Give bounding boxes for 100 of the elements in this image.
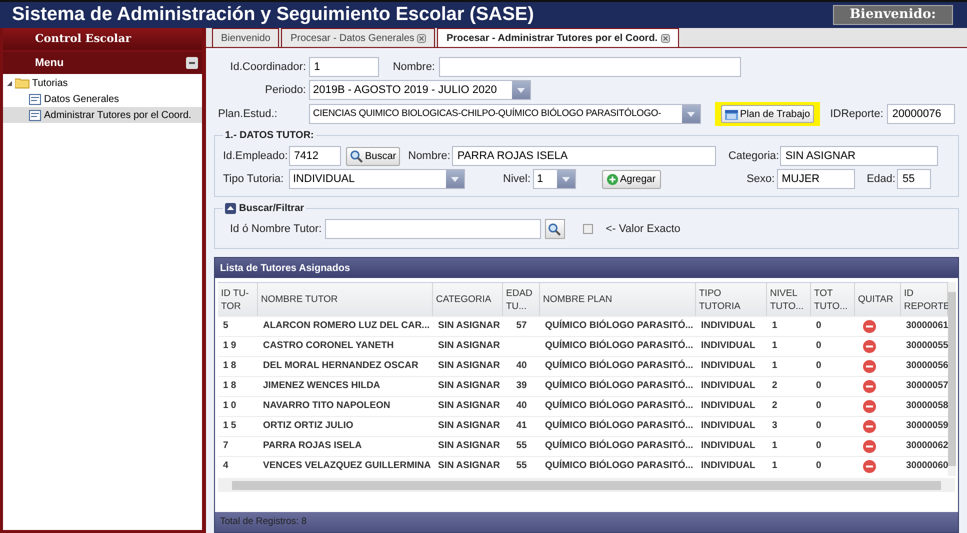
input-field[interactable]: SIN ASIGNAR bbox=[780, 146, 938, 166]
input-field[interactable]: 7412 bbox=[289, 146, 341, 166]
table-cell-text: 1 8 bbox=[222, 379, 238, 394]
dropdown-field[interactable]: INDIVIDUAL bbox=[289, 169, 465, 189]
folder-icon bbox=[15, 78, 30, 89]
remove-icon[interactable] bbox=[863, 460, 876, 473]
tab[interactable]: Procesar - Administrar Tutores por el Coord. bbox=[437, 28, 679, 47]
remove-icon[interactable] bbox=[863, 340, 876, 353]
remove-icon[interactable] bbox=[863, 440, 876, 453]
remove-icon[interactable] bbox=[863, 360, 876, 373]
remove-icon[interactable] bbox=[863, 320, 876, 333]
input-field[interactable]: PARRA ROJAS ISELA bbox=[452, 146, 716, 166]
column-header[interactable]: NOMBRE PLAN bbox=[540, 283, 696, 316]
table-cell-text: 55 bbox=[515, 439, 528, 454]
table-cell-text: INDIVIDUAL bbox=[700, 319, 756, 334]
tab[interactable]: Procesar - Datos Generales bbox=[281, 28, 436, 47]
column-header[interactable]: CATEGORIA bbox=[433, 283, 503, 316]
field-label: Tipo Tutoria: bbox=[223, 172, 285, 187]
input-field[interactable]: 1 bbox=[309, 57, 379, 77]
exact-checkbox[interactable] bbox=[582, 224, 593, 234]
remove-icon[interactable] bbox=[863, 420, 876, 433]
table-cell-text: 7 bbox=[222, 439, 230, 454]
collapse-button[interactable] bbox=[186, 57, 198, 69]
table-cell-text: SIN ASIGNAR bbox=[437, 339, 501, 354]
caret-icon bbox=[451, 176, 459, 182]
column-header[interactable]: ID TU-TOR bbox=[218, 283, 258, 316]
table-cell-text: 1 bbox=[771, 459, 778, 474]
column-header[interactable]: TIPO TUTORIA bbox=[696, 283, 767, 316]
dropdown-field[interactable]: 1 bbox=[533, 169, 576, 189]
table-cell-text: 1 0 bbox=[222, 399, 238, 414]
welcome-label: Bienvenido: bbox=[832, 5, 953, 25]
table-cell-text: QUÍMICO BIÓLOGO PARASITÓ... bbox=[544, 378, 694, 394]
table-cell-text: 40 bbox=[515, 399, 528, 414]
field-label: Sexo: bbox=[746, 172, 776, 187]
column-header[interactable]: QUITAR bbox=[855, 283, 901, 316]
dropdown-field[interactable]: CIENCIAS QUIMICO BIOLOGICAS-CHILPO-QUÍMICO BIÓLOGO PARASITÓLOGO- bbox=[309, 104, 701, 124]
form-icon bbox=[29, 110, 41, 120]
tab[interactable]: Bienvenido bbox=[212, 28, 280, 47]
work-plan-button[interactable]: Plan de Trabajo bbox=[721, 105, 814, 123]
dropdown-button[interactable] bbox=[512, 81, 530, 99]
table-cell-text: 1 5 bbox=[222, 419, 238, 434]
close-icon[interactable] bbox=[660, 34, 670, 42]
input-field[interactable]: 55 bbox=[897, 169, 932, 189]
column-header[interactable]: NOMBRE TUTOR bbox=[258, 283, 433, 316]
input-field[interactable]: MUJER bbox=[776, 169, 855, 189]
field-label: Plan.Estud.: bbox=[217, 106, 278, 122]
column-header[interactable]: EDAD TU... bbox=[503, 283, 540, 316]
table-cell-text: 1 bbox=[771, 339, 778, 354]
field-label: Id.Empleado: bbox=[223, 148, 289, 164]
input-field[interactable] bbox=[324, 219, 541, 239]
collapse-icon[interactable] bbox=[225, 203, 236, 214]
table-cell-text: INDIVIDUAL bbox=[700, 339, 756, 354]
table-cell-text: SIN ASIGNAR bbox=[437, 319, 501, 334]
table-cell-text: INDIVIDUAL bbox=[700, 459, 756, 474]
table-cell-text: VENCES VELAZQUEZ GUILLERMINA bbox=[262, 459, 432, 474]
table-cell-text: 1 bbox=[771, 359, 778, 374]
tree-item[interactable]: Datos Generales bbox=[3, 91, 202, 107]
column-header[interactable]: NIVEL TUTO... bbox=[767, 283, 811, 316]
table-cell-text: SIN ASIGNAR bbox=[437, 459, 501, 474]
search-button[interactable]: Buscar bbox=[346, 146, 400, 166]
table-cell-text: 1 8 bbox=[222, 359, 238, 374]
tree-item[interactable]: Tutorias bbox=[3, 76, 202, 91]
dropdown-button[interactable] bbox=[446, 170, 464, 188]
remove-icon[interactable] bbox=[863, 400, 876, 413]
table-cell-text: CASTRO CORONEL YANETH bbox=[262, 339, 395, 354]
table-cell-text: 0 bbox=[815, 379, 822, 394]
input-field[interactable] bbox=[439, 57, 741, 77]
dropdown-button[interactable] bbox=[557, 170, 575, 188]
table-cell-text: SIN ASIGNAR bbox=[437, 359, 501, 374]
table-cell-text: INDIVIDUAL bbox=[700, 439, 756, 454]
close-icon[interactable] bbox=[417, 34, 426, 42]
table-cell-text: INDIVIDUAL bbox=[700, 359, 756, 374]
form-icon bbox=[29, 94, 41, 104]
app-title: Sistema de Administración y Seguimiento Escolar (SASE) bbox=[12, 2, 534, 27]
add-button[interactable]: Agregar bbox=[602, 170, 661, 188]
field-label: Categoria: bbox=[728, 148, 780, 164]
table-cell-text: ALARCON ROMERO LUZ DEL CAR... bbox=[262, 319, 431, 334]
table-title: Lista de Tutores Asignados bbox=[215, 258, 958, 278]
search-icon bbox=[548, 222, 562, 236]
column-header[interactable]: TOT TUTO... bbox=[811, 283, 855, 316]
field-label: IDReporte: bbox=[830, 106, 884, 122]
dropdown-button[interactable] bbox=[682, 105, 700, 123]
search-button[interactable] bbox=[544, 219, 565, 239]
vertical-scrollbar[interactable] bbox=[948, 282, 956, 476]
horizontal-scrollbar[interactable] bbox=[218, 478, 955, 492]
table-cell-text: QUÍMICO BIÓLOGO PARASITÓ... bbox=[544, 398, 694, 414]
dropdown-field[interactable]: 2019B - AGOSTO 2019 - JULIO 2020 bbox=[309, 80, 531, 100]
expand-arrow-icon bbox=[6, 80, 13, 87]
search-icon bbox=[350, 150, 363, 162]
remove-icon[interactable] bbox=[863, 380, 876, 393]
table-cell-text: QUÍMICO BIÓLOGO PARASITÓ... bbox=[544, 458, 694, 474]
input-field[interactable]: 20000076 bbox=[887, 104, 956, 124]
field-label: Periodo: bbox=[264, 82, 307, 98]
menu-title: Menu bbox=[35, 56, 64, 71]
table-cell-text: 30000060 bbox=[905, 459, 948, 474]
table-cell-text: 1 bbox=[771, 319, 778, 334]
table-cell-text: QUÍMICO BIÓLOGO PARASITÓ... bbox=[544, 318, 694, 334]
table-cell-text: 0 bbox=[815, 459, 822, 474]
tree-item[interactable]: Administrar Tutores por el Coord. bbox=[3, 107, 202, 123]
sidebar-header: Control Escolar bbox=[3, 28, 202, 50]
